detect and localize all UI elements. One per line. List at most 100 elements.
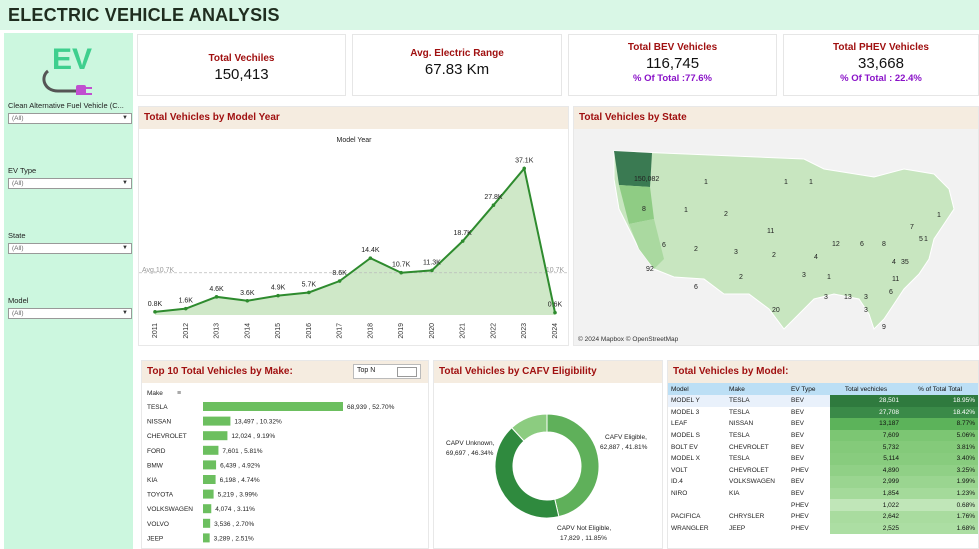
cell-model: MODEL 3 [671,408,700,416]
data-point[interactable] [183,306,188,311]
filter-ev-type-label: EV Type [8,166,37,175]
make-bar-chart[interactable]: Make ≡ TESLA 68,939 , 52.70% NISSAN 13,497 … [142,383,428,549]
table-row[interactable]: WRANGLER JEEP PHEV 2,525 1.68% [668,522,978,535]
table-row[interactable]: PACIFICA CHRYSLER PHEV 2,642 1.76% [668,510,978,523]
cell-model: VOLT [671,466,688,474]
make-bar[interactable] [203,402,343,411]
cell-ev-type: PHEV [791,524,809,532]
table-row[interactable]: MODEL Y TESLA BEV 28,501 18.95% [668,395,978,407]
state-value-label: 1 [809,179,813,186]
table-row[interactable]: MODEL X TESLA BEV 5,114 3.40% [668,452,978,465]
data-point[interactable] [153,310,157,314]
make-value-label: 4,074 , 3.11% [215,506,255,513]
col-header-make[interactable]: Make [726,383,788,395]
state-value-label: 92 [646,266,654,273]
cafv-label-unknown-name: CAPV Unknown, [446,440,495,447]
state-value-label: 1 [684,207,688,214]
table-row[interactable]: BOLT EV CHEVROLET BEV 5,732 3.81% [668,441,978,453]
table-row[interactable]: LEAF NISSAN BEV 13,187 8.77% [668,418,978,430]
make-value-label: 7,601 , 5.81% [222,448,262,455]
make-bar[interactable] [203,533,210,543]
state-value-label: 8 [642,206,646,213]
kpi-avg-range-label: Avg. Electric Range [410,48,504,59]
filter-cafv: Clean Alternative Fuel Vehicle (C... (Al… [8,101,132,124]
data-point[interactable] [307,290,311,295]
data-point[interactable] [460,239,465,243]
donut-slice[interactable] [494,427,560,519]
make-bar[interactable] [203,445,219,455]
state-value-label: 2 [694,246,698,253]
filter-model-value: (All) [12,310,24,317]
make-category-label: TESLA [147,404,168,411]
state-value-label: 13 [844,294,852,301]
make-bar[interactable] [203,504,212,514]
data-point[interactable] [430,268,434,273]
col-header-model[interactable]: Model [668,383,726,395]
panel-state-map: Total Vehicles by State 150,082 1 8 1 2 1 1 6 2 3… [573,106,979,346]
kpi-bev-label: Total BEV Vehicles [627,42,718,53]
filter-ev-type-dropdown[interactable]: (All) ▼ [8,178,132,189]
filter-cafv-value: (All) [12,115,24,122]
cell-ev-type: BEV [791,443,805,451]
data-label: 11.3K [423,259,441,266]
col-header-pct[interactable]: % of Total Total [902,383,978,395]
table-row[interactable]: PHEV 1,022 0.68% [668,499,978,511]
x-tick-label: 2023 [521,323,528,339]
state-value-label: 1 [827,274,831,281]
state-value-label: 9 [882,324,886,331]
table-row[interactable]: MODEL 3 TESLA BEV 27,708 18.42% [668,406,978,419]
filter-ev-type-value: (All) [12,180,24,187]
make-bar[interactable] [203,416,231,426]
cell-total: 5,114 [830,452,902,465]
cell-total: 2,999 [830,476,902,488]
table-row[interactable]: NIRO KIA BEV 1,854 1.23% [668,487,978,500]
make-value-label: 12,024 , 9.19% [231,433,275,440]
kpi-bev: Total BEV Vehicles 116,745 % Of Total :7… [568,34,777,96]
data-label: 10.7K [392,262,411,269]
table-row[interactable]: ID.4 VOLKSWAGEN BEV 2,999 1.99% [668,476,978,488]
data-point[interactable] [491,203,496,207]
x-tick-label: 2024 [552,323,559,339]
col-header-total[interactable]: Total vechicles [830,383,902,395]
filter-model-dropdown[interactable]: (All) ▼ [8,308,132,319]
data-point[interactable] [553,310,557,315]
topn-input[interactable] [397,367,417,377]
data-point[interactable] [337,279,342,283]
data-point[interactable] [276,293,280,298]
cell-pct: 18.42% [902,406,978,419]
table-row[interactable]: MODEL S TESLA BEV 7,609 5.06% [668,429,978,442]
state-value-label: 11 [767,228,774,235]
make-bar[interactable] [203,489,214,499]
cell-make: TESLA [729,432,750,440]
panel-model-year-title: Total Vehicles by Model Year [139,107,568,129]
cell-model: WRANGLER [671,524,709,532]
data-point[interactable] [245,298,250,303]
make-bar[interactable] [203,431,228,441]
state-value-label: 2 [739,274,743,281]
cell-total: 1,854 [830,487,902,500]
make-bar[interactable] [203,475,216,484]
table-row[interactable]: VOLT CHEVROLET PHEV 4,890 3.25% [668,464,978,477]
model-table[interactable]: Model Make EV Type Total vechicles % of … [668,383,978,535]
filter-state-dropdown[interactable]: (All) ▼ [8,243,132,254]
cell-ev-type: BEV [791,478,805,486]
us-state-map[interactable]: 150,082 18 121 162 39262112 412 6 8714 351113 13 3… [574,129,978,345]
data-point[interactable] [522,166,527,171]
cell-pct: 0.68% [902,499,978,511]
make-bar[interactable] [203,460,217,470]
make-bar[interactable] [203,518,211,528]
filter-cafv-dropdown[interactable]: (All) ▼ [8,113,132,124]
sort-icon[interactable]: ≡ [177,390,181,397]
data-point[interactable] [399,270,403,275]
cafv-donut-chart[interactable]: CAPV Unknown, 69,697 , 46.34% CAFV Eligi… [434,383,662,549]
state-value-label: 6 [662,242,666,249]
model-year-chart[interactable]: Model Year Avg.10.7K Avg.10.7K 0.8K20111… [139,129,568,345]
col-header-ev-type[interactable]: EV Type [788,383,830,395]
cell-ev-type: BEV [791,455,805,463]
chevron-down-icon: ▼ [122,245,128,251]
filter-state-label: State [8,231,26,240]
topn-control[interactable]: Top N [353,364,421,379]
data-point[interactable] [368,256,373,260]
panel-model-year: Total Vehicles by Model Year Model Year … [138,106,569,346]
data-point[interactable] [214,295,219,299]
